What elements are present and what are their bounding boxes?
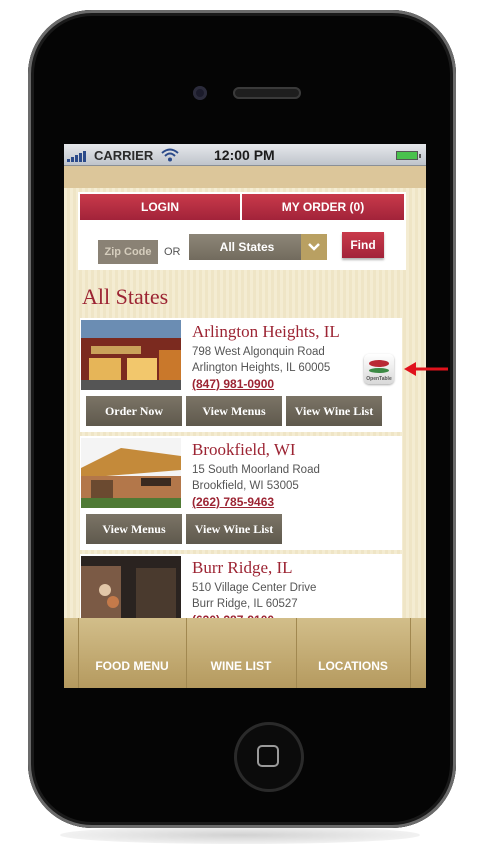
location-address-line2: Burr Ridge, IL 60527 xyxy=(192,598,298,610)
restaurant-photo xyxy=(81,556,181,626)
app-screen: CARRIER 12:00 PM LOGIN MY ORDER (0) Zip … xyxy=(64,144,426,688)
or-label: OR xyxy=(164,246,181,258)
speaker-grille xyxy=(233,87,301,99)
location-phone-link[interactable]: (847) 981-0900 xyxy=(192,377,274,391)
restaurant-photo xyxy=(81,438,181,508)
page-title: All States xyxy=(82,284,169,309)
carrier-label: CARRIER xyxy=(94,148,154,163)
state-select-value: All States xyxy=(219,240,275,254)
bottom-tab-bar: FOOD MENU WINE LIST LOCATIONS xyxy=(64,618,426,688)
view-menus-button[interactable]: View Menus xyxy=(186,396,282,426)
location-address-line2: Arlington Heights, IL 60005 xyxy=(192,362,331,374)
view-menus-button[interactable]: View Menus xyxy=(86,514,182,544)
tab-locations-label: LOCATIONS xyxy=(318,659,388,673)
chevron-down-icon xyxy=(301,234,327,260)
location-address-line2: Brookfield, WI 53005 xyxy=(192,480,299,492)
restaurant-photo xyxy=(81,320,181,390)
view-wine-list-button[interactable]: View Wine List xyxy=(286,396,382,426)
location-address-line1: 798 West Algonquin Road xyxy=(192,346,325,358)
battery-icon xyxy=(396,151,421,160)
clock: 12:00 PM xyxy=(214,147,275,163)
search-panel: LOGIN MY ORDER (0) Zip Code OR All State… xyxy=(78,192,406,270)
signal-icon xyxy=(67,150,91,162)
camera-icon xyxy=(193,86,207,100)
state-select[interactable]: All States xyxy=(189,234,327,260)
header-band xyxy=(64,166,426,188)
location-address-line1: 510 Village Center Drive xyxy=(192,582,317,594)
locations-content[interactable]: LOGIN MY ORDER (0) Zip Code OR All State… xyxy=(64,188,426,654)
tab-wine-list[interactable]: WINE LIST xyxy=(186,618,296,688)
find-button[interactable]: Find xyxy=(342,232,384,258)
tab-locations[interactable]: LOCATIONS xyxy=(296,618,410,688)
location-name[interactable]: Burr Ridge, IL xyxy=(192,558,293,578)
location-card: Arlington Heights, IL 798 West Algonquin… xyxy=(80,318,402,432)
home-button[interactable] xyxy=(234,722,304,792)
location-name[interactable]: Brookfield, WI xyxy=(192,440,296,460)
view-wine-list-button[interactable]: View Wine List xyxy=(186,514,282,544)
opentable-icon[interactable]: OpenTable xyxy=(364,354,394,384)
status-bar: CARRIER 12:00 PM xyxy=(64,144,426,166)
phone-shadow xyxy=(60,826,420,844)
order-now-button[interactable]: Order Now xyxy=(86,396,182,426)
location-address-line1: 15 South Moorland Road xyxy=(192,464,320,476)
tab-food-menu[interactable]: FOOD MENU xyxy=(78,618,186,688)
zip-code-input[interactable]: Zip Code xyxy=(98,240,158,264)
login-button[interactable]: LOGIN xyxy=(80,194,240,220)
wifi-icon xyxy=(161,148,179,165)
my-order-button[interactable]: MY ORDER (0) xyxy=(242,194,404,220)
location-name[interactable]: Arlington Heights, IL xyxy=(192,322,340,342)
tab-food-menu-label: FOOD MENU xyxy=(95,659,169,673)
home-button-icon xyxy=(257,745,279,767)
arrow-left-icon xyxy=(404,361,448,382)
tab-wine-list-label: WINE LIST xyxy=(210,659,272,673)
location-phone-link[interactable]: (262) 785-9463 xyxy=(192,495,274,509)
location-card: Brookfield, WI 15 South Moorland Road Br… xyxy=(80,436,402,550)
